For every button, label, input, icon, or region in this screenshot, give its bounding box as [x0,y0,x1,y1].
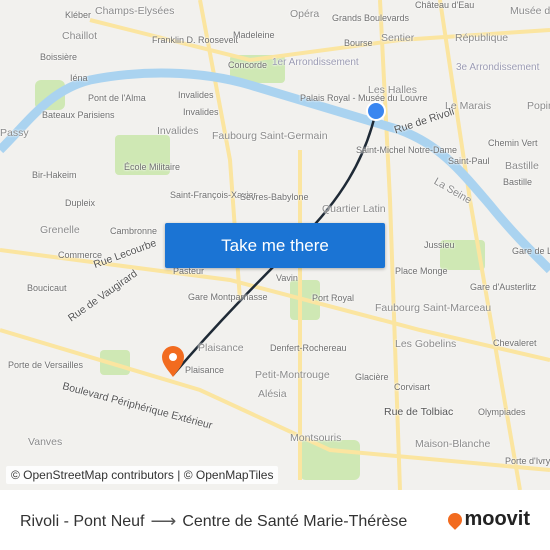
map-label: Madeleine [233,30,275,40]
map-label: Porte de Versailles [8,360,84,370]
map-label: Port Royal [312,293,355,303]
map-label: Popincourt [527,100,550,112]
map-label: Place Monge [395,266,448,276]
map-label: Invalides [157,125,199,137]
moovit-logo[interactable]: moovit [445,508,530,531]
map-label: Glacière [355,372,389,382]
map-label: Plaisance [185,365,225,375]
arrow-right-icon: ⟶ [150,511,177,531]
map-label: Petit-Montrouge [255,369,330,381]
map-label: Dupleix [65,198,96,208]
map-label: Chevaleret [493,338,537,348]
map-label: Denfert-Rochereau [270,343,347,353]
map-label: Bateaux Parisiens [42,110,115,120]
map-label: Saint-Michel Notre-Dame [356,145,458,155]
footer-bar: Rivoli - Pont Neuf ⟶ Centre de Santé Mar… [0,490,550,550]
map-label: Corvisart [394,382,431,392]
map-label: Bastille [503,177,533,187]
origin-name: Rivoli - Pont Neuf [20,512,145,530]
map-label: Invalides [183,107,219,117]
map-label: 1er Arrondissement [272,57,359,68]
map-label: Grenelle [40,224,80,236]
map-label: Champs-Elysées [95,5,175,17]
map-label: Saint-Paul [448,156,490,166]
map-label: Faubourg Saint-Marceau [375,302,492,314]
map-label: Concorde [228,60,268,70]
map-label: Passy [0,127,29,139]
map-label: Boucicaut [27,283,67,293]
map-label: École Militaire [124,162,181,172]
map-label: Cambronne [110,226,158,236]
map-label: Vavin [276,273,298,283]
map-label: Les Gobelins [395,338,457,350]
map-label: 3e Arrondissement [456,62,540,73]
map-label: Jussieu [424,240,455,250]
map-label: Gare d'Austerlitz [470,282,537,292]
map-label: Montsouris [290,432,342,444]
destination-name: Centre de Santé Marie-Thérèse [182,512,408,530]
map-label: Vanves [28,436,63,448]
route-summary: Rivoli - Pont Neuf ⟶ Centre de Santé Mar… [20,511,407,532]
map[interactable]: Kléber Champs-Elysées Opéra Grands Boulevar… [0,0,550,490]
map-label: Bir-Hakeim [32,170,77,180]
map-label: Porte d'Ivry [505,456,550,466]
park-montsouris [300,440,360,480]
map-label: Boissière [40,52,78,62]
map-label: Palais Royal - Musée du Louvre [300,93,428,103]
moovit-pin-icon [445,509,466,530]
map-label: Iéna [70,73,88,83]
destination-pin-icon[interactable] [162,346,184,377]
map-label: Opéra [290,8,320,20]
map-label: Maison-Blanche [415,438,491,450]
take-me-there-button[interactable]: Take me there [165,223,385,268]
map-label: Grands Boulevards [332,13,410,23]
map-label: Pont de l'Alma [88,93,146,103]
map-label: Sentier [381,32,415,44]
map-label: Faubourg Saint-Germain [212,130,328,142]
map-label: Chaillot [62,30,98,42]
origin-dot-icon[interactable] [366,101,386,121]
map-label: Gare Montparnasse [188,292,268,302]
map-label: Chemin Vert [488,138,538,148]
map-label: Gare de Lyon [512,246,550,256]
map-label: Kléber [65,10,92,20]
map-label: Musée du Temple [510,5,550,17]
map-label: Bourse [344,38,373,48]
map-label: Plaisance [198,342,244,354]
map-label: République [455,32,509,44]
map-attribution[interactable]: © OpenStreetMap contributors | © OpenMap… [6,466,279,484]
map-label: Bastille [505,160,539,172]
map-label: Château d'Eau [415,0,475,10]
map-label: Quartier Latin [322,203,386,215]
map-label: Invalides [178,90,214,100]
map-label: Franklin D. Roosevelt [152,35,239,45]
map-label: Rue de Tolbiac [384,406,454,418]
map-label: Sèvres-Babylone [240,192,309,202]
map-label: Olympiades [478,407,526,417]
map-label: Alésia [258,388,287,400]
